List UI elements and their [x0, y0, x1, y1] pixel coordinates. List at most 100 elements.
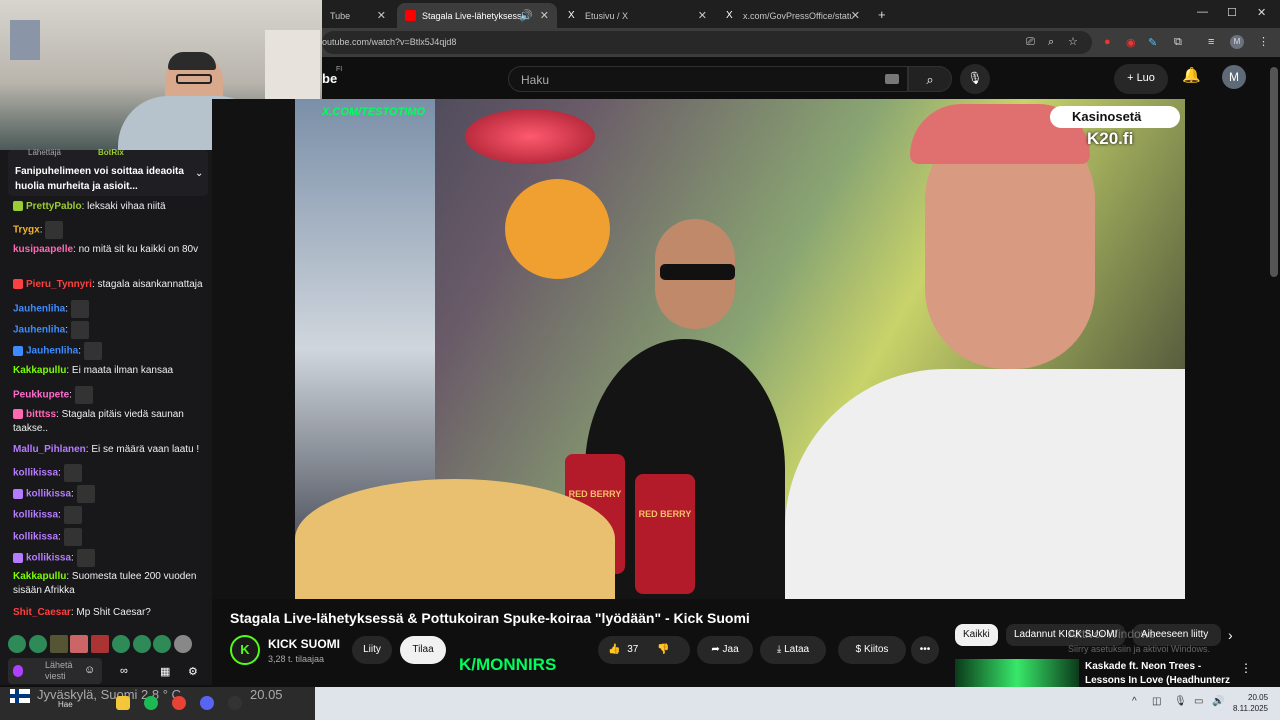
- channel-name[interactable]: KICK SUOMI: [268, 637, 340, 651]
- url-field[interactable]: outube.com/watch?v=Btlx5J4qjd8: [322, 31, 1092, 54]
- chat-username[interactable]: Pieru_Tynnyri: [26, 279, 92, 290]
- notifications-bell-icon[interactable]: 🔔: [1182, 66, 1201, 84]
- zoom-icon[interactable]: ⌕: [1048, 36, 1054, 49]
- discord-icon[interactable]: [200, 696, 214, 710]
- close-window-button[interactable]: ✕: [1257, 6, 1266, 19]
- subscribe-button[interactable]: Tilaa: [400, 636, 446, 664]
- close-icon[interactable]: ✕: [698, 9, 707, 22]
- chat-username[interactable]: Kakkapullu: [13, 365, 66, 376]
- maximize-button[interactable]: ☐: [1227, 6, 1237, 19]
- chat-username[interactable]: kusipaapelle: [13, 244, 73, 255]
- minimize-button[interactable]: —: [1197, 6, 1208, 18]
- bookmark-star-icon[interactable]: ☆: [1068, 35, 1078, 48]
- chat-username[interactable]: kollikissa: [13, 468, 58, 479]
- chat-username[interactable]: kollikissa: [26, 553, 71, 564]
- recommendation-thumbnail[interactable]: [955, 659, 1079, 687]
- like-count[interactable]: 37: [627, 644, 638, 655]
- tab-youtube[interactable]: Tube ✕: [322, 3, 394, 28]
- puzzle-icon[interactable]: ⧉: [1174, 36, 1182, 49]
- cast-icon[interactable]: ⎚: [1026, 36, 1035, 49]
- reading-list-icon[interactable]: ≡: [1208, 36, 1214, 48]
- emoji-icon[interactable]: ☺: [84, 664, 95, 676]
- chat-username[interactable]: Shit_Caesar: [13, 607, 71, 618]
- chevron-right-icon[interactable]: ›: [1228, 627, 1233, 643]
- thumbs-down-icon[interactable]: 👎: [657, 644, 669, 655]
- channel-avatar[interactable]: K: [230, 635, 260, 665]
- volume-icon[interactable]: 🔊: [1212, 696, 1224, 707]
- microphone-icon[interactable]: [13, 665, 23, 677]
- spotify-icon[interactable]: [144, 696, 158, 710]
- emote-icon[interactable]: [70, 635, 89, 653]
- microphone-icon[interactable]: 🎙: [1174, 696, 1187, 707]
- obs-icon[interactable]: [228, 696, 242, 710]
- search-input[interactable]: Haku: [508, 66, 908, 92]
- chat-username[interactable]: kollikissa: [26, 489, 71, 500]
- new-tab-button[interactable]: +: [878, 7, 886, 22]
- create-button[interactable]: + Luo: [1114, 64, 1168, 94]
- chat-username[interactable]: Kakkapullu: [13, 571, 66, 582]
- chip-all[interactable]: Kaikki: [955, 624, 998, 646]
- tab-x-home[interactable]: X Etusivu / X ✕: [560, 3, 715, 28]
- display-icon[interactable]: ▭: [1194, 696, 1203, 707]
- chat-username[interactable]: Jauhenliha: [26, 346, 78, 357]
- chevron-up-icon[interactable]: ^: [1132, 696, 1137, 707]
- taskbar-date[interactable]: 8.11.2025: [1233, 704, 1268, 713]
- chat-username[interactable]: PrettyPablo: [26, 201, 82, 212]
- thanks-button[interactable]: $ Kiitos: [838, 636, 906, 664]
- file-explorer-icon[interactable]: [116, 696, 130, 710]
- emote-icon[interactable]: [8, 635, 26, 653]
- emote-icon[interactable]: [91, 635, 110, 653]
- settings-gear-icon[interactable]: ⚙: [188, 665, 198, 678]
- chat-username[interactable]: kollikissa: [13, 510, 58, 521]
- chevron-down-icon[interactable]: ⌄: [195, 168, 203, 179]
- network-icon[interactable]: ◫: [1152, 696, 1161, 707]
- chat-username[interactable]: Jauhenliha: [13, 304, 65, 315]
- speaker-icon[interactable]: 🔊: [519, 9, 533, 22]
- chat-username[interactable]: bitttss: [26, 409, 56, 420]
- chat-username[interactable]: kollikissa: [13, 532, 58, 543]
- video-player[interactable]: RED BERRY RED BERRY Kasinosetä K20.fi: [295, 99, 1185, 599]
- page-scrollbar[interactable]: [1270, 67, 1278, 277]
- close-icon[interactable]: ✕: [540, 9, 549, 22]
- close-icon[interactable]: ✕: [377, 9, 386, 22]
- recommendation-title-line2[interactable]: Lessons In Love (Headhunterz: [1085, 675, 1230, 686]
- thumbs-up-icon[interactable]: 👍: [608, 644, 620, 655]
- extension-icon[interactable]: ✎: [1148, 36, 1157, 49]
- keyboard-icon[interactable]: [885, 74, 899, 84]
- download-button[interactable]: ⤓ Lataa: [760, 636, 826, 664]
- chat-input[interactable]: Lähetä viesti ☺: [8, 658, 102, 684]
- taskbar-search[interactable]: Hae: [58, 700, 73, 709]
- emote-icon[interactable]: [111, 635, 130, 653]
- chat-separator: :: [58, 531, 64, 543]
- extension-icon[interactable]: ◉: [1126, 36, 1136, 49]
- pinned-message[interactable]: Lähettäjä BotRix Fanipuhelimeen voi soit…: [8, 148, 208, 196]
- taskbar-clock[interactable]: 20.05: [1248, 693, 1268, 702]
- chat-username[interactable]: Trygx: [13, 225, 40, 236]
- chat-username[interactable]: Mallu_Pihlanen: [13, 444, 86, 455]
- account-avatar[interactable]: M: [1222, 65, 1246, 89]
- chrome-icon[interactable]: [172, 696, 186, 710]
- chat-username[interactable]: Peukkupete: [13, 390, 69, 401]
- kebab-menu-icon[interactable]: ⋮: [1240, 661, 1252, 675]
- emote-icon[interactable]: [174, 635, 193, 653]
- tab-active-video[interactable]: Stagala Live-lähetyksessä & 🔊 ✕: [397, 3, 557, 28]
- emote-icon[interactable]: [132, 635, 151, 653]
- search-button[interactable]: ⌕: [908, 66, 952, 92]
- youtube-logo[interactable]: be: [322, 71, 337, 86]
- recommendation-title[interactable]: Kaskade ft. Neon Trees -: [1085, 661, 1201, 672]
- chat-username[interactable]: Jauhenliha: [13, 325, 65, 336]
- store-icon[interactable]: ▦: [160, 665, 170, 678]
- profile-avatar[interactable]: M: [1230, 35, 1244, 49]
- tab-x-status[interactable]: X x.com/GovPressOffice/status/1! ✕: [718, 3, 868, 28]
- bits-icon[interactable]: ∞: [120, 665, 128, 677]
- emote-icon[interactable]: [28, 635, 47, 653]
- emote-icon[interactable]: [49, 635, 68, 653]
- close-icon[interactable]: ✕: [851, 9, 860, 22]
- voice-search-button[interactable]: 🎙: [960, 64, 990, 94]
- emote-icon[interactable]: [153, 635, 172, 653]
- share-button[interactable]: ➦ Jaa: [697, 636, 753, 664]
- extension-icon[interactable]: ●: [1104, 36, 1111, 48]
- more-actions-button[interactable]: •••: [911, 636, 939, 664]
- join-button[interactable]: Liity: [352, 636, 392, 664]
- menu-icon[interactable]: ⋮: [1258, 35, 1269, 48]
